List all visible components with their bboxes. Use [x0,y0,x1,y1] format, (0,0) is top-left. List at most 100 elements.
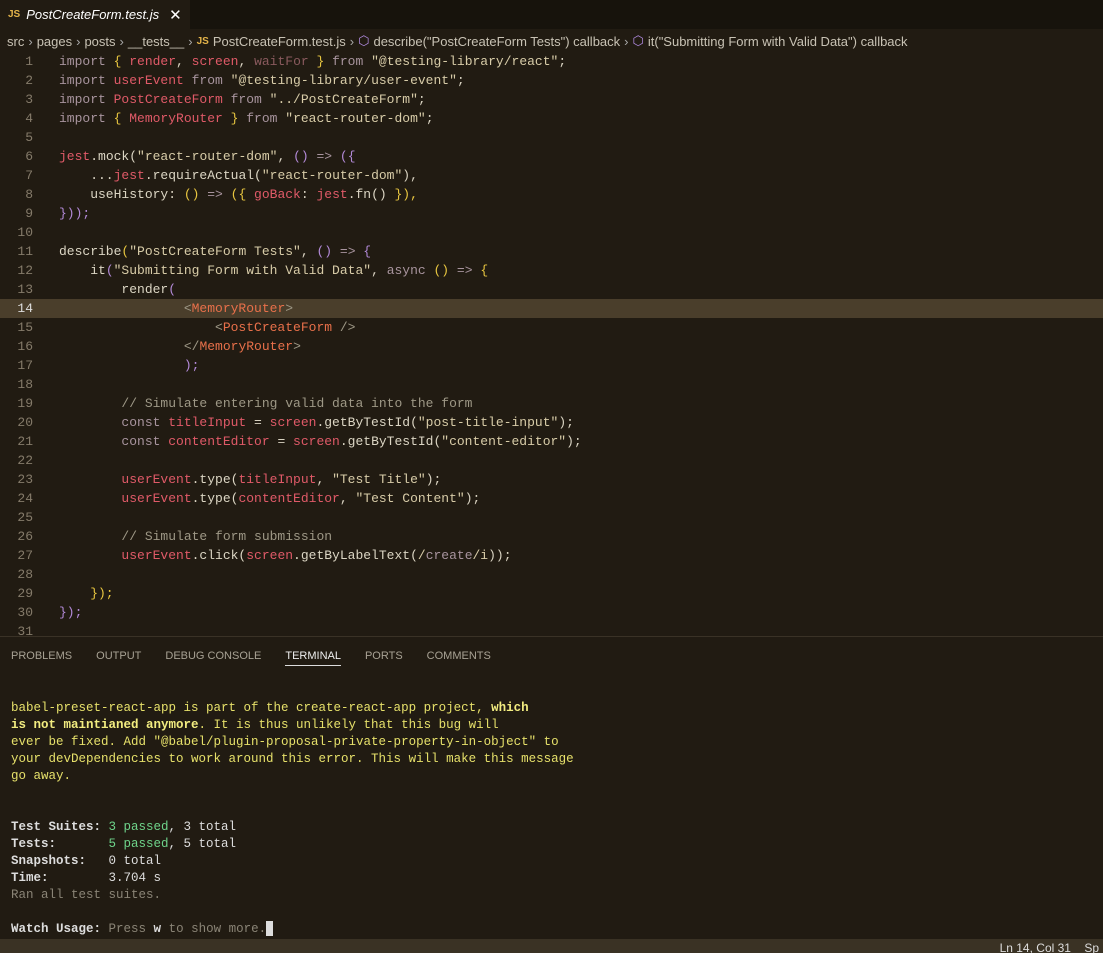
code-token: , [300,244,317,259]
line-number: 4 [25,111,33,126]
status-indentation[interactable]: Sp [1084,941,1099,953]
terminal-output[interactable]: babel-preset-react-app is part of the cr… [0,700,1103,938]
tab-terminal[interactable]: TERMINAL [285,650,341,666]
code-line: 26 // Simulate form submission [0,527,1103,546]
terminal-text: Watch Usage: [11,922,109,936]
code-token: "content-editor" [441,434,567,449]
breadcrumb-item[interactable]: posts [84,34,115,49]
line-number: 19 [17,396,33,411]
editor-tab-bar: JS PostCreateForm.test.js ✕ [0,0,1103,29]
code-line: 19 // Simulate entering valid data into … [0,394,1103,413]
code-token: ; [425,111,434,126]
terminal-text: Snapshots: [11,854,109,868]
chevron-right-icon: › [28,33,33,49]
code-line: 4 import { MemoryRouter } from "react-rou… [0,109,1103,128]
code-line: 2 import userEvent from "@testing-library… [0,71,1103,90]
editor-tab[interactable]: JS PostCreateForm.test.js ✕ [0,0,190,29]
code-token: .click( [191,548,247,563]
code-token: , [371,263,387,278]
code-token: "Submitting Form with Valid Data" [113,263,372,278]
breadcrumb-item[interactable]: src [7,34,24,49]
terminal-line: Snapshots: 0 total [11,853,1103,870]
tab-debug-console[interactable]: DEBUG CONSOLE [165,650,261,662]
symbol-method-icon: ⬡ [632,33,644,48]
chevron-right-icon: › [76,33,81,49]
code-token: .type( [191,472,239,487]
tab-ports[interactable]: PORTS [365,650,403,662]
code-token: /> [332,320,356,335]
code-token: "Test Content" [355,491,465,506]
code-line: 7 ...jest.requireActual("react-router-do… [0,166,1103,185]
tab-problems[interactable]: PROBLEMS [11,650,72,662]
code-token: screen [293,434,340,449]
terminal-line: go away. [11,768,1103,785]
line-number: 16 [17,339,33,354]
line-number: 2 [25,73,33,88]
code-line: 15 <PostCreateForm /> [0,318,1103,337]
breadcrumb-item[interactable]: describe("PostCreateForm Tests") callbac… [373,34,620,49]
terminal-text: babel-preset-react-app is part of the cr… [11,701,492,715]
code-token: .mock( [90,149,138,164]
chevron-right-icon: › [188,33,193,49]
code-token: .fn() [347,187,395,202]
tab-comments[interactable]: COMMENTS [427,650,491,662]
code-line: 23 userEvent.type(titleInput, "Test Titl… [0,470,1103,489]
code-token: from [238,111,286,126]
close-icon[interactable]: ✕ [169,6,182,24]
terminal-text: to show more. [161,922,267,936]
code-text: <PostCreateForm /> [33,318,355,337]
code-token: </ [59,339,200,354]
status-bar: Ln 14, Col 31 Sp [0,939,1103,953]
code-token: "react-router-dom" [285,111,426,126]
code-text: const titleInput = screen.getByTestId("p… [33,413,574,432]
line-number: 15 [17,320,33,335]
line-number: 21 [17,434,33,449]
code-token: import [59,54,114,69]
breadcrumb-item[interactable]: pages [37,34,72,49]
terminal-text: Press [108,922,154,936]
code-token: "post-title-input" [417,415,559,430]
breadcrumb-item[interactable]: PostCreateForm.test.js [213,34,346,49]
code-line: 29 }); [0,584,1103,603]
tab-output[interactable]: OUTPUT [96,650,141,662]
code-token: "Test Title" [332,472,426,487]
code-editor[interactable]: 1 import { render, screen, waitFor } from… [0,52,1103,639]
symbol-method-icon: ⬡ [358,33,370,48]
terminal-text: 3 passed [108,820,169,834]
terminal-text: 0 total [108,854,162,868]
cursor-position[interactable]: Ln 14, Col 31 [1000,941,1071,953]
code-token: it [59,263,106,278]
code-line: 25 [0,508,1103,527]
terminal-text: , 3 total [168,820,237,834]
code-token: > [285,301,294,316]
code-token: }); [59,605,83,620]
code-token: screen [269,415,317,430]
code-token: jest [316,187,348,202]
code-token: userEvent [59,491,192,506]
breadcrumb-item[interactable]: __tests__ [128,34,184,49]
code-text: jest.mock("react-router-dom", () => ({ [33,147,356,166]
breadcrumb-item[interactable]: it("Submitting Form with Valid Data") ca… [648,34,908,49]
line-number: 3 [25,92,33,107]
code-token: / [417,548,426,563]
code-token: "@testing-library/react" [371,54,559,69]
code-line: 22 [0,451,1103,470]
bottom-panel: PROBLEMS OUTPUT DEBUG CONSOLE TERMINAL PORTS… [0,636,1103,939]
tab-title: PostCreateForm.test.js [26,7,160,22]
code-line: 12 it("Submitting Form with Valid Data",… [0,261,1103,280]
code-line: 5 [0,128,1103,147]
code-token: create [425,548,473,563]
code-token: .getByLabelText( [293,548,418,563]
code-token: /i [472,548,489,563]
code-line: 28 [0,565,1103,584]
code-token: ); [566,434,582,449]
code-token: ; [417,92,426,107]
breadcrumb: src › pages › posts › __tests__ › JS PostCreateFo… [0,29,1103,53]
code-token: , [238,54,255,69]
code-line: 13 render( [0,280,1103,299]
line-number: 25 [17,510,33,525]
